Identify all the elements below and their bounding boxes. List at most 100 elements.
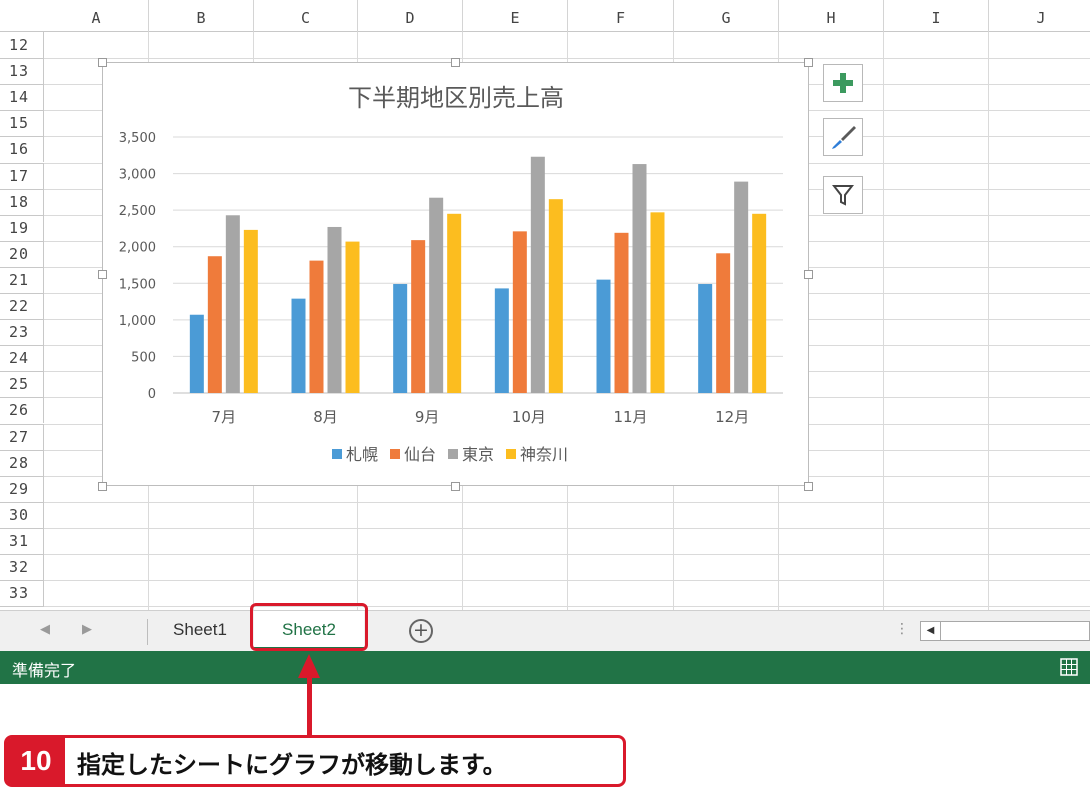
row-header-divider (0, 501, 44, 503)
status-bar: 準備完了 (0, 651, 1090, 684)
x-tick-label: 11月 (613, 408, 647, 426)
bar-4-3 (447, 213, 462, 393)
column-header[interactable]: I (884, 0, 989, 32)
resize-handle-top-right[interactable] (804, 58, 813, 67)
row-header[interactable]: 32 (0, 554, 44, 580)
chart-filters-button[interactable] (823, 176, 863, 214)
x-tick-label: 8月 (313, 408, 338, 426)
row-header[interactable]: 26 (0, 397, 44, 424)
resize-handle-right[interactable] (804, 270, 813, 279)
row-header-divider (0, 188, 44, 190)
row-header[interactable]: 29 (0, 475, 44, 502)
row-header-divider (0, 110, 44, 112)
column-gridline (988, 32, 989, 610)
row-header[interactable]: 17 (0, 162, 44, 189)
tab-separator (147, 619, 148, 645)
sheet-tab-bar: ◀ ▶ Sheet1 Sheet2 + ⋮ ◀ (0, 610, 1090, 651)
y-tick-label: 3,500 (119, 131, 156, 146)
y-tick-label: 3,000 (119, 168, 156, 183)
row-header-divider (0, 293, 44, 294)
row-header[interactable]: 25 (0, 371, 44, 398)
chart-title: 下半期地区別売上高 (348, 84, 564, 112)
resize-handle-top[interactable] (451, 58, 460, 67)
row-header-divider (0, 606, 44, 608)
bar-4-5 (650, 212, 665, 393)
x-tick-label: 9月 (415, 408, 440, 426)
bar-3-6 (734, 181, 749, 393)
column-header[interactable]: A (44, 0, 149, 32)
resize-handle-top-left[interactable] (98, 58, 107, 67)
row-header[interactable]: 18 (0, 188, 44, 215)
step-description: 指定したシートにグラフが移動します。 (77, 751, 507, 779)
row-header-divider (0, 554, 44, 555)
row-header[interactable]: 27 (0, 423, 44, 450)
row-header[interactable]: 16 (0, 136, 44, 163)
column-gridline (883, 32, 884, 610)
scroll-tabs-left-icon[interactable]: ◀ (40, 622, 50, 637)
bar-2-1 (207, 256, 222, 393)
horizontal-scrollbar[interactable]: ◀ (920, 621, 1090, 641)
step-callout: 10 指定したシートにグラフが移動します。 (4, 735, 626, 787)
scroll-left-arrow-icon[interactable]: ◀ (921, 622, 941, 640)
column-header[interactable]: H (779, 0, 884, 32)
bar-1-5 (596, 279, 611, 393)
column-header[interactable]: F (568, 0, 674, 32)
resize-handle-left[interactable] (98, 270, 107, 279)
row-header-divider (0, 475, 44, 477)
row-header[interactable]: 23 (0, 319, 44, 346)
bar-1-6 (698, 284, 713, 393)
row-header[interactable]: 30 (0, 501, 44, 528)
bar-2-4 (512, 231, 527, 393)
bar-4-1 (243, 229, 258, 393)
row-header[interactable]: 19 (0, 214, 44, 241)
row-header[interactable]: 31 (0, 527, 44, 554)
row-header[interactable]: 14 (0, 84, 44, 111)
worksheet-grid[interactable]: ABCDEFGHIJ 12 13 14 15 16 17 18 19 20 21 22 23 24 25 2… (0, 0, 1090, 610)
tab-split-handle-icon[interactable]: ⋮ (895, 621, 909, 637)
row-header-divider (0, 214, 44, 216)
new-sheet-plus-icon[interactable]: + (409, 619, 433, 643)
row-header[interactable]: 21 (0, 266, 44, 293)
normal-view-icon[interactable] (1060, 658, 1078, 676)
y-tick-label: 500 (131, 350, 156, 365)
column-header[interactable]: C (254, 0, 358, 32)
row-header-divider (0, 423, 44, 425)
resize-handle-bottom-right[interactable] (804, 482, 813, 491)
bar-2-2 (309, 260, 324, 393)
row-header[interactable]: 15 (0, 110, 44, 137)
bar-1-4 (494, 288, 509, 393)
row-header-divider (0, 449, 44, 451)
bar-1-2 (291, 298, 306, 393)
step-number: 10 (7, 738, 65, 784)
column-header[interactable]: G (674, 0, 779, 32)
column-header[interactable]: E (463, 0, 568, 32)
bar-3-5 (632, 164, 647, 393)
bar-4-6 (752, 213, 767, 393)
legend-swatch-2 (390, 449, 400, 459)
chart-styles-button[interactable] (823, 118, 863, 156)
chart-elements-button[interactable] (823, 64, 863, 102)
column-header[interactable]: D (358, 0, 463, 32)
row-header[interactable]: 22 (0, 293, 44, 319)
bar-1-3 (393, 284, 408, 393)
column-header[interactable]: B (149, 0, 254, 32)
bar-1-1 (189, 314, 204, 393)
tab-sheet1[interactable]: Sheet1 (150, 611, 250, 650)
row-header[interactable]: 20 (0, 240, 44, 267)
chart-object[interactable]: 下半期地区別売上高 0 500 1,000 1,500 2,000 2,500 3,000 3,… (102, 62, 809, 486)
row-header-divider (0, 319, 44, 321)
row-header[interactable]: 13 (0, 58, 44, 85)
row-header[interactable]: 33 (0, 580, 44, 607)
bar-2-5 (614, 232, 629, 393)
resize-handle-bottom-left[interactable] (98, 482, 107, 491)
row-header[interactable]: 12 (0, 32, 44, 58)
bar-4-2 (345, 241, 360, 393)
row-header[interactable]: 28 (0, 449, 44, 476)
row-header-divider (0, 266, 44, 268)
y-tick-label: 2,000 (119, 241, 156, 256)
resize-handle-bottom[interactable] (451, 482, 460, 491)
scroll-tabs-right-icon[interactable]: ▶ (82, 622, 92, 637)
column-header[interactable]: J (989, 0, 1090, 32)
row-header[interactable]: 24 (0, 345, 44, 372)
row-header-divider (0, 580, 44, 582)
